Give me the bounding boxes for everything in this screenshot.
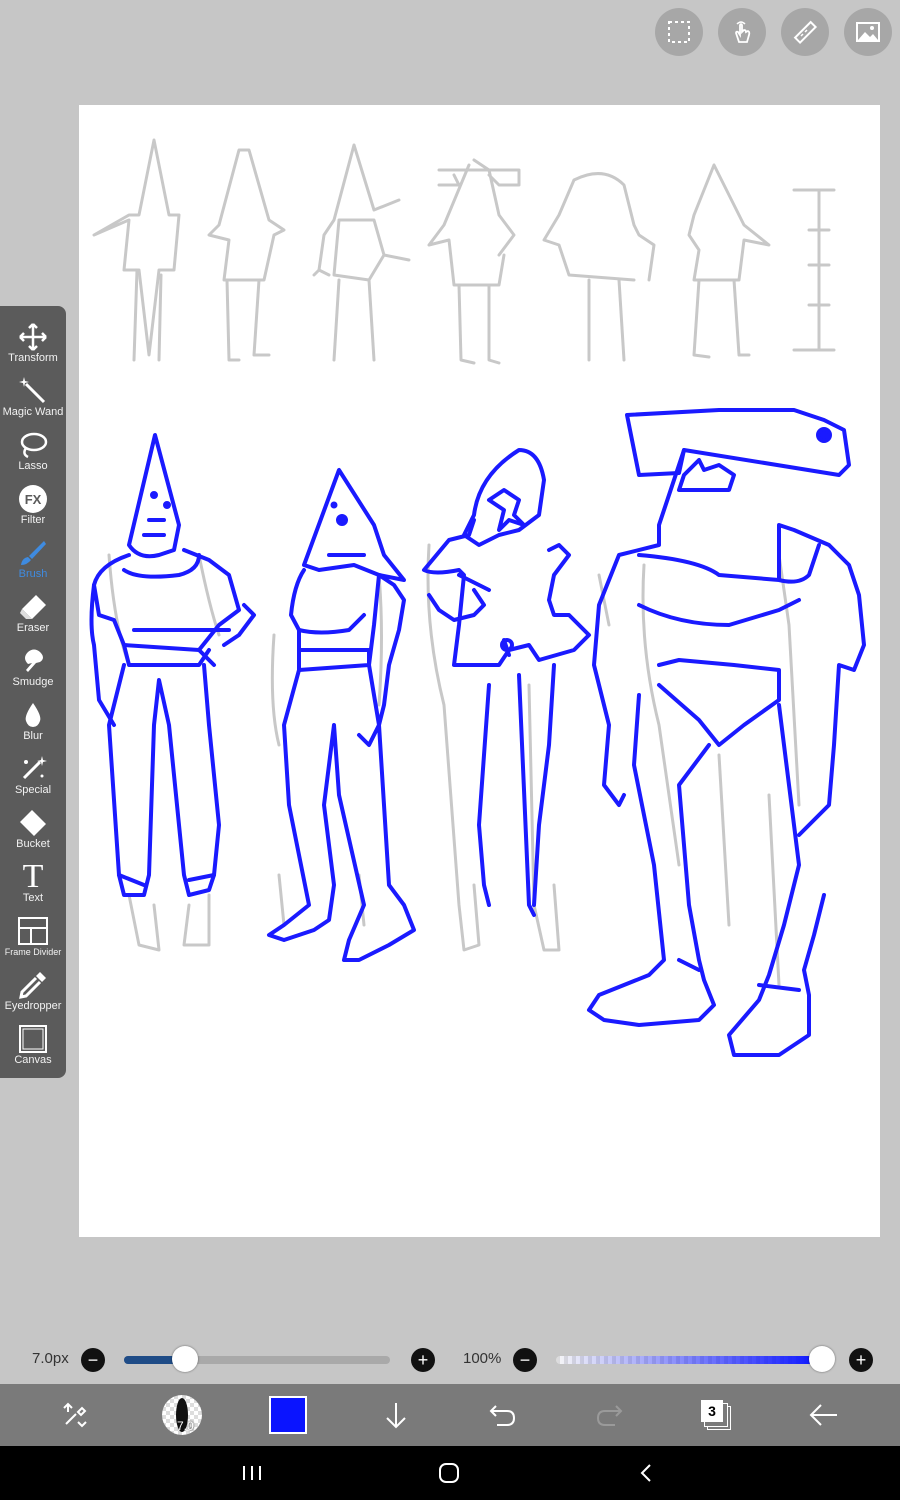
layers-count: 3: [708, 1403, 716, 1419]
color-picker-button[interactable]: [258, 1384, 318, 1446]
tool-filter[interactable]: FX Filter: [0, 480, 66, 534]
tool-label: Brush: [18, 568, 48, 580]
back-arrow-icon: [809, 1404, 837, 1426]
redo-button[interactable]: [580, 1384, 640, 1446]
drawing-canvas[interactable]: [79, 105, 880, 1237]
opacity-value: 100%: [463, 1350, 502, 1367]
tool-frame-divider[interactable]: Frame Divider: [0, 912, 66, 966]
filter-fx-icon: FX: [17, 484, 49, 514]
artwork: [89, 138, 866, 1057]
undo-button[interactable]: [472, 1384, 532, 1446]
tool-text[interactable]: T Text: [0, 858, 66, 912]
tool-magic-wand[interactable]: Magic Wand: [0, 372, 66, 426]
tool-label: Transform: [8, 352, 58, 364]
opacity-slider[interactable]: [556, 1356, 822, 1364]
tool-eraser[interactable]: Eraser: [0, 588, 66, 642]
recent-apps-icon: [243, 1466, 261, 1480]
tool-bucket[interactable]: Bucket: [0, 804, 66, 858]
tool-brush[interactable]: Brush: [0, 534, 66, 588]
tool-canvas[interactable]: Canvas: [0, 1020, 66, 1074]
opacity-decrease-button[interactable]: −: [513, 1348, 537, 1372]
touch-gesture-icon: [735, 21, 751, 43]
tool-label: Frame Divider: [4, 947, 62, 957]
frame-divider-icon: [17, 916, 49, 946]
magic-wand-icon: [17, 376, 49, 406]
tool-lasso[interactable]: Lasso: [0, 426, 66, 480]
tool-smudge[interactable]: Smudge: [0, 642, 66, 696]
tool-blur[interactable]: Blur: [0, 696, 66, 750]
tool-label: Blur: [23, 730, 43, 742]
blue-ink-figures: [89, 408, 866, 1057]
text-icon: T: [22, 858, 44, 895]
brush-size-icon: 7.0: [162, 1395, 202, 1435]
tool-label: Filter: [20, 514, 46, 526]
blur-icon: [17, 700, 49, 730]
undo-icon: [489, 1405, 516, 1426]
swap-tools-button[interactable]: [45, 1384, 105, 1446]
swap-tools-icon: [63, 1402, 87, 1428]
image-button[interactable]: [844, 8, 892, 56]
opacity-slider-knob[interactable]: [809, 1346, 835, 1372]
tool-label: Eyedropper: [4, 1000, 62, 1012]
tool-label: Special: [14, 784, 52, 796]
color-swatch: [269, 1396, 307, 1434]
lasso-icon: [17, 430, 49, 460]
tool-panel: Transform Magic Wand Lasso FX Filter Brush Era…: [0, 306, 66, 1078]
opacity-slider-fill: [556, 1356, 822, 1364]
tool-label: Canvas: [14, 1054, 52, 1066]
tool-label: Magic Wand: [2, 406, 64, 418]
selection-icon: [668, 21, 690, 43]
recent-apps-button[interactable]: [222, 1446, 282, 1500]
canvas-icon: [17, 1024, 49, 1054]
system-navigation-bar: [0, 1446, 900, 1500]
redo-icon: [596, 1405, 623, 1426]
smudge-icon: [17, 646, 49, 676]
eyedropper-icon: [17, 970, 49, 1000]
download-icon: [386, 1403, 406, 1429]
tool-label: Bucket: [16, 838, 50, 850]
tool-label: Text: [22, 892, 44, 904]
eraser-icon: [17, 592, 49, 622]
layers-button[interactable]: 3: [686, 1384, 746, 1446]
tool-special[interactable]: Special: [0, 750, 66, 804]
brush-icon: [17, 538, 49, 568]
download-button[interactable]: [366, 1384, 426, 1446]
tool-label: Eraser: [16, 622, 50, 634]
tool-label: Lasso: [18, 460, 48, 472]
brush-size-increase-button[interactable]: +: [411, 1348, 435, 1372]
bottom-toolbar: 7.0 3: [0, 1384, 900, 1446]
brush-size-decrease-button[interactable]: −: [81, 1348, 105, 1372]
brush-size-preview-button[interactable]: 7.0: [152, 1384, 212, 1446]
transform-icon: [17, 322, 49, 352]
brush-size-value: 7.0px: [32, 1350, 69, 1367]
brush-size-badge: 7.0: [177, 1419, 194, 1433]
image-icon: [856, 22, 880, 42]
tool-label: Smudge: [12, 676, 54, 688]
opacity-increase-button[interactable]: +: [849, 1348, 873, 1372]
gray-sketch-figures: [92, 138, 836, 987]
tool-transform[interactable]: Transform: [0, 318, 66, 372]
brush-size-slider-knob[interactable]: [172, 1346, 199, 1372]
home-button[interactable]: [419, 1446, 479, 1500]
touch-gesture-button[interactable]: [718, 8, 766, 56]
tool-eyedropper[interactable]: Eyedropper: [0, 966, 66, 1020]
system-back-icon: [640, 1464, 651, 1482]
brush-size-slider[interactable]: [124, 1356, 390, 1364]
brush-settings-bar: 7.0px − + 100% − +: [0, 1340, 900, 1380]
layers-icon: 3: [701, 1400, 731, 1430]
bucket-icon: [17, 808, 49, 838]
ruler-button[interactable]: [781, 8, 829, 56]
ruler-icon: [793, 20, 818, 45]
back-button[interactable]: [793, 1384, 853, 1446]
special-icon: [17, 754, 49, 784]
selection-button[interactable]: [655, 8, 703, 56]
home-icon: [439, 1463, 459, 1483]
system-back-button[interactable]: [616, 1446, 676, 1500]
